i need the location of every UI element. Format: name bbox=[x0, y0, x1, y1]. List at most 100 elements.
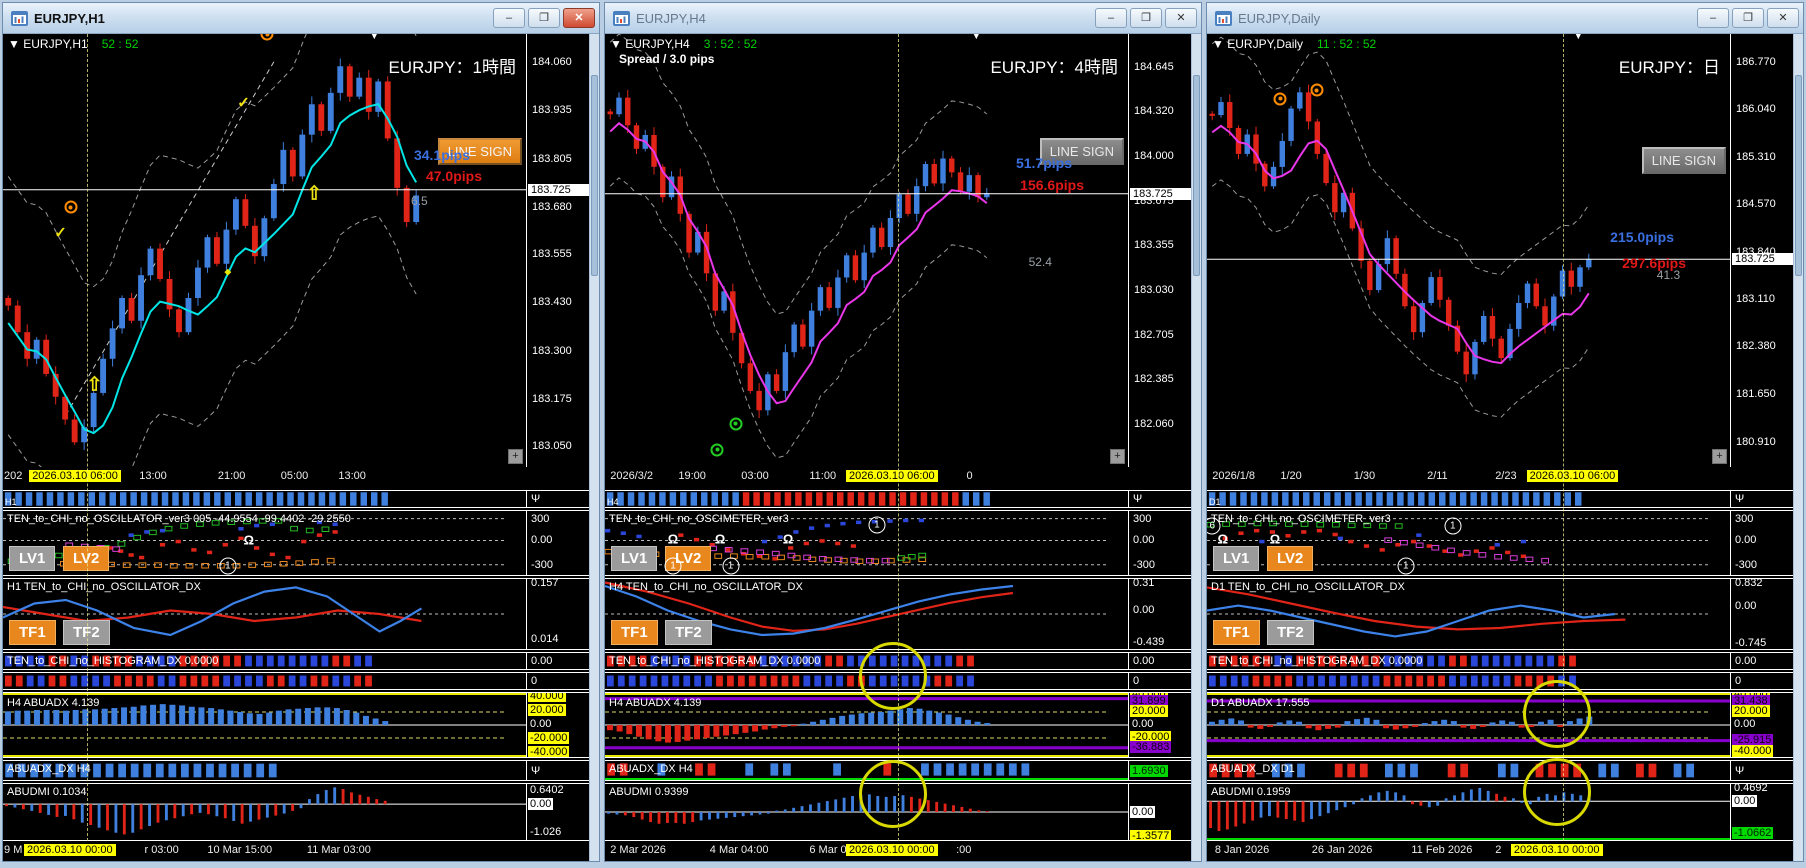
time-label: 10 Mar 15:00 bbox=[207, 844, 272, 856]
restore-button[interactable]: ❐ bbox=[528, 8, 560, 28]
pips-lower-label: 156.6pips bbox=[1020, 177, 1084, 193]
candlestick-chart[interactable]: ▼ EURJPY,H43 : 52 : 52 Spread / 3.0 pips… bbox=[605, 34, 1128, 467]
price-tick: 183.050 bbox=[532, 440, 572, 452]
scroll-to-end-button[interactable]: + bbox=[508, 449, 523, 464]
scale-label: -1.026 bbox=[528, 826, 563, 838]
window-titlebar[interactable]: EURJPY,H1 – ❐ ✕ bbox=[3, 3, 599, 34]
candle-pattern-icon: Ω bbox=[715, 532, 725, 547]
lv1-button[interactable]: LV1 bbox=[1213, 546, 1259, 571]
price-axis: 184.645184.320184.000183.675183.355183.0… bbox=[1128, 34, 1192, 467]
window-title: EURJPY,H1 bbox=[34, 11, 493, 26]
scale-label: Ψ bbox=[1735, 493, 1744, 505]
scale-label: 0.31 bbox=[1133, 579, 1154, 589]
price-axis: 184.060183.935183.805183.680183.555183.4… bbox=[526, 34, 590, 467]
symbol-label: ▼ EURJPY,H152 : 52 bbox=[8, 37, 138, 51]
time-label: 03:00 bbox=[741, 470, 769, 482]
tf1-button[interactable]: TF1 bbox=[9, 620, 56, 645]
tf1-button[interactable]: TF1 bbox=[611, 620, 658, 645]
tf1-button[interactable]: TF1 bbox=[1213, 620, 1260, 645]
scale-label: 0 bbox=[531, 675, 537, 687]
scale-badge: 1.6930 bbox=[1130, 765, 1168, 777]
time-label: 11 Mar 03:00 bbox=[307, 844, 371, 856]
minimize-button[interactable]: – bbox=[1095, 8, 1127, 28]
restore-button[interactable]: ❐ bbox=[1732, 8, 1764, 28]
circled-number-marker: 1 bbox=[219, 558, 236, 575]
minimize-button[interactable]: – bbox=[493, 8, 525, 28]
window-content: ▼ EURJPY,H152 : 52 EURJPY：1時間 LINE SIGN … bbox=[3, 34, 599, 861]
close-button[interactable]: ✕ bbox=[563, 8, 595, 28]
lv1-button[interactable]: LV1 bbox=[611, 546, 657, 571]
close-button[interactable]: ✕ bbox=[1767, 8, 1799, 28]
time-axis[interactable]: 2026/3/219:0003:0011:002026.03.10 06:000 bbox=[605, 467, 1129, 488]
price-tick: 183.300 bbox=[532, 345, 572, 357]
signal-ring-icon bbox=[711, 443, 724, 456]
scale-label: 0.00 bbox=[1133, 534, 1154, 546]
signal-strip: D1 bbox=[1207, 491, 1730, 507]
circled-number-marker: 1 bbox=[1444, 518, 1461, 535]
dropdown-arrow-icon[interactable]: ▼ bbox=[610, 37, 622, 51]
scale-label: -0.745 bbox=[1735, 637, 1766, 649]
bottom-time-axis[interactable]: 9 M2026.03.10 00:00r 03:0010 Mar 15:0011… bbox=[3, 841, 527, 861]
candlestick-chart[interactable]: ▼ EURJPY,Daily11 : 52 : 52 EURJPY：日 LINE… bbox=[1207, 34, 1730, 467]
vertical-scrollbar[interactable] bbox=[589, 34, 599, 861]
tf2-button[interactable]: TF2 bbox=[1267, 620, 1314, 645]
crosshair-date-label: 2026.03.10 00:00 bbox=[1511, 844, 1603, 856]
pips-upper-label: 51.7pips bbox=[1016, 155, 1072, 171]
histogram-dx-row2 bbox=[3, 673, 526, 689]
window-titlebar[interactable]: EURJPY,H4 – ❐ ✕ bbox=[605, 3, 1201, 34]
candlestick-chart[interactable]: ▼ EURJPY,H152 : 52 EURJPY：1時間 LINE SIGN … bbox=[3, 34, 526, 467]
time-label: 1/20 bbox=[1280, 470, 1301, 482]
histogram-dx-row1: TEN_to_CHI_no_HISTOGRAM_DX 0.0000 bbox=[605, 653, 1128, 669]
vertical-scrollbar[interactable] bbox=[1793, 34, 1803, 861]
chart-window-icon bbox=[613, 11, 630, 26]
scrollbar-thumb[interactable] bbox=[1795, 75, 1802, 275]
time-label: 202 bbox=[4, 470, 22, 482]
signal-ring-icon bbox=[1310, 84, 1323, 97]
tf2-button[interactable]: TF2 bbox=[665, 620, 712, 645]
time-label: 19:00 bbox=[678, 470, 706, 482]
lv2-button[interactable]: LV2 bbox=[63, 546, 109, 571]
vertical-scrollbar[interactable] bbox=[1191, 34, 1201, 861]
abudmi-title: ABUDMI 0.1959 bbox=[1211, 786, 1290, 798]
scale-label: Ψ bbox=[531, 493, 540, 505]
lv2-button[interactable]: LV2 bbox=[1267, 546, 1313, 571]
scale-label: 300 bbox=[531, 513, 549, 525]
price-tick: 183.110 bbox=[1736, 293, 1775, 305]
dropdown-arrow-icon[interactable]: ▼ bbox=[1212, 37, 1224, 51]
time-label: :00 bbox=[956, 844, 971, 856]
histogram-dx-title: TEN_to_CHI_no_HISTOGRAM_DX 0.0000 bbox=[7, 655, 218, 667]
abuadx-dx-strip: ABUADX_DX D1 bbox=[1207, 761, 1730, 780]
scale-badge: 0.00 bbox=[1130, 806, 1155, 818]
minimize-button[interactable]: – bbox=[1697, 8, 1729, 28]
panel-canvas bbox=[3, 34, 526, 467]
panel-canvas bbox=[3, 491, 526, 507]
tf2-button[interactable]: TF2 bbox=[63, 620, 110, 645]
restore-button[interactable]: ❐ bbox=[1130, 8, 1162, 28]
lv1-button[interactable]: LV1 bbox=[9, 546, 55, 571]
panel-canvas bbox=[605, 491, 1128, 507]
dropdown-arrow-icon[interactable]: ▼ bbox=[8, 37, 20, 51]
bottom-time-axis[interactable]: 2 Mar 20264 Mar 04:006 Mar 02026.03.10 0… bbox=[605, 841, 1129, 861]
price-tick: 184.320 bbox=[1134, 105, 1174, 117]
scroll-to-end-button[interactable]: + bbox=[1712, 449, 1727, 464]
bottom-time-axis[interactable]: 8 Jan 202626 Jan 202611 Feb 202622026.03… bbox=[1207, 841, 1731, 861]
time-label: 26 Jan 2026 bbox=[1312, 844, 1373, 856]
signal-ring-icon bbox=[729, 417, 742, 430]
scroll-to-end-button[interactable]: + bbox=[1110, 449, 1125, 464]
indicator-pan els: H4Ψ TEN_to_CHI_no_OSCIMETER_ver3LV1LV211… bbox=[605, 488, 1192, 841]
window-titlebar[interactable]: EURJPY,Daily – ❐ ✕ bbox=[1207, 3, 1803, 34]
price-tick: 183.680 bbox=[532, 201, 572, 213]
desktop: EURJPY,H1 – ❐ ✕ ▼ EURJPY,H152 : 52 EURJP… bbox=[0, 0, 1806, 864]
time-label: 0 bbox=[967, 470, 973, 482]
time-axis[interactable]: 2026/1/81/201/302/112/232026.03.10 06:00 bbox=[1207, 467, 1731, 488]
scrollbar-thumb[interactable] bbox=[1193, 75, 1200, 275]
crosshair-date-label: 2026.03.10 00:00 bbox=[24, 844, 116, 856]
oscillator-dx-panel: H4 TEN_to_CHI_no_OSCILLATOR_DXTF1TF2 bbox=[605, 579, 1128, 649]
scrollbar-thumb[interactable] bbox=[591, 75, 598, 275]
scale-badge: 20.000 bbox=[1732, 705, 1770, 717]
line-sign-button[interactable]: LINE SIGN bbox=[1642, 147, 1726, 174]
time-axis[interactable]: 2022026.03.10 06:0013:0021:0005:0013:00 bbox=[3, 467, 527, 488]
close-button[interactable]: ✕ bbox=[1165, 8, 1197, 28]
scale-label: 0.00 bbox=[531, 655, 552, 667]
signal-ring-icon bbox=[64, 201, 77, 214]
